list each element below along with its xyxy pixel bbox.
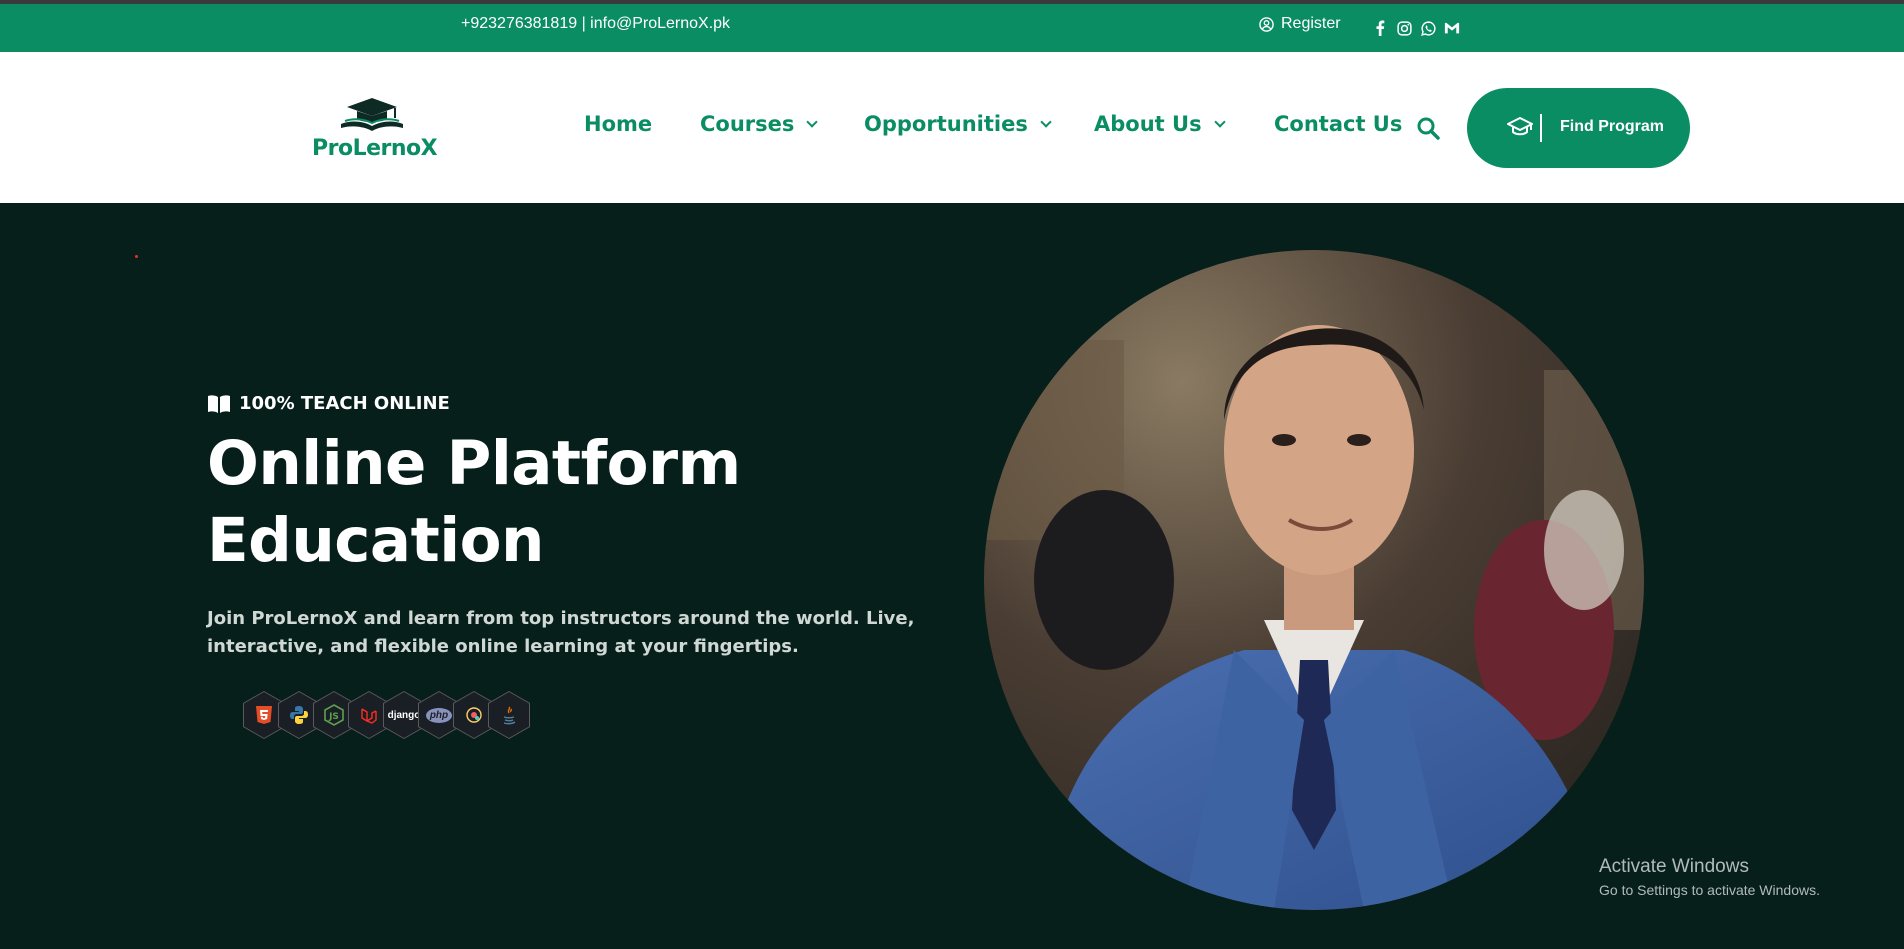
windows-activation-watermark: Activate Windows Go to Settings to activ… — [1599, 856, 1820, 898]
java-icon — [488, 691, 530, 739]
main-navbar: ProLernoX Home Courses Opportunities Abo… — [0, 52, 1904, 203]
hero-tag: 100% TEACH ONLINE — [207, 393, 450, 414]
find-program-button[interactable]: Find Program — [1467, 88, 1690, 168]
social-links — [1372, 20, 1460, 36]
register-link[interactable]: Register — [1259, 15, 1341, 33]
logo-text: ProLernoX — [312, 136, 438, 161]
nav-contact-label: Contact Us — [1274, 112, 1403, 136]
nav-courses[interactable]: Courses — [700, 112, 819, 136]
find-program-label: Find Program — [1560, 118, 1665, 135]
hero-headline: Online Platform Education — [207, 425, 741, 579]
nav-opportunities-label: Opportunities — [864, 112, 1028, 136]
nav-courses-label: Courses — [700, 112, 795, 136]
graduation-cap-icon — [1507, 117, 1533, 136]
decorative-dot — [135, 255, 138, 258]
nav-about-label: About Us — [1094, 112, 1202, 136]
logo[interactable]: ProLernoX — [312, 96, 438, 161]
register-label: Register — [1281, 15, 1341, 32]
hero-description: Join ProLernoX and learn from top instru… — [207, 608, 915, 657]
svg-text:JS: JS — [328, 712, 339, 722]
top-bar: +923276381819 | info@ProLernoX.pk Regist… — [0, 4, 1904, 52]
hero-headline-line-2: Education — [207, 505, 544, 576]
button-divider — [1540, 114, 1542, 142]
nav-contact[interactable]: Contact Us — [1274, 112, 1402, 136]
hero-headline-line-1: Online Platform — [207, 428, 741, 499]
search-icon[interactable] — [1416, 116, 1440, 140]
facebook-icon[interactable] — [1372, 20, 1388, 36]
chevron-down-icon — [1040, 115, 1052, 128]
whatsapp-icon[interactable] — [1420, 20, 1436, 36]
graduation-cap-book-icon — [341, 98, 403, 131]
chevron-down-icon — [806, 115, 819, 128]
chevron-down-icon — [1213, 115, 1226, 128]
watermark-title: Activate Windows — [1599, 856, 1749, 877]
tech-icons: JS django php — [243, 691, 530, 739]
django-label: django — [387, 709, 421, 721]
instagram-icon[interactable] — [1396, 20, 1412, 36]
nav-home-label: Home — [584, 112, 653, 136]
contact-info: +923276381819 | info@ProLernoX.pk — [461, 15, 731, 32]
watermark-subtitle: Go to Settings to activate Windows. — [1599, 882, 1820, 898]
php-label: php — [425, 707, 453, 723]
nav-opportunities[interactable]: Opportunities — [864, 112, 1052, 136]
instructor-portrait — [984, 250, 1644, 910]
open-book-icon — [208, 394, 230, 413]
user-circle-icon — [1259, 16, 1274, 32]
hero-tag-label: 100% TEACH ONLINE — [239, 393, 450, 414]
hero-section: 100% TEACH ONLINE Online Platform Educat… — [0, 203, 1904, 949]
nav-about[interactable]: About Us — [1094, 112, 1226, 136]
gmail-icon[interactable] — [1444, 20, 1460, 36]
nav-home[interactable]: Home — [584, 112, 652, 136]
